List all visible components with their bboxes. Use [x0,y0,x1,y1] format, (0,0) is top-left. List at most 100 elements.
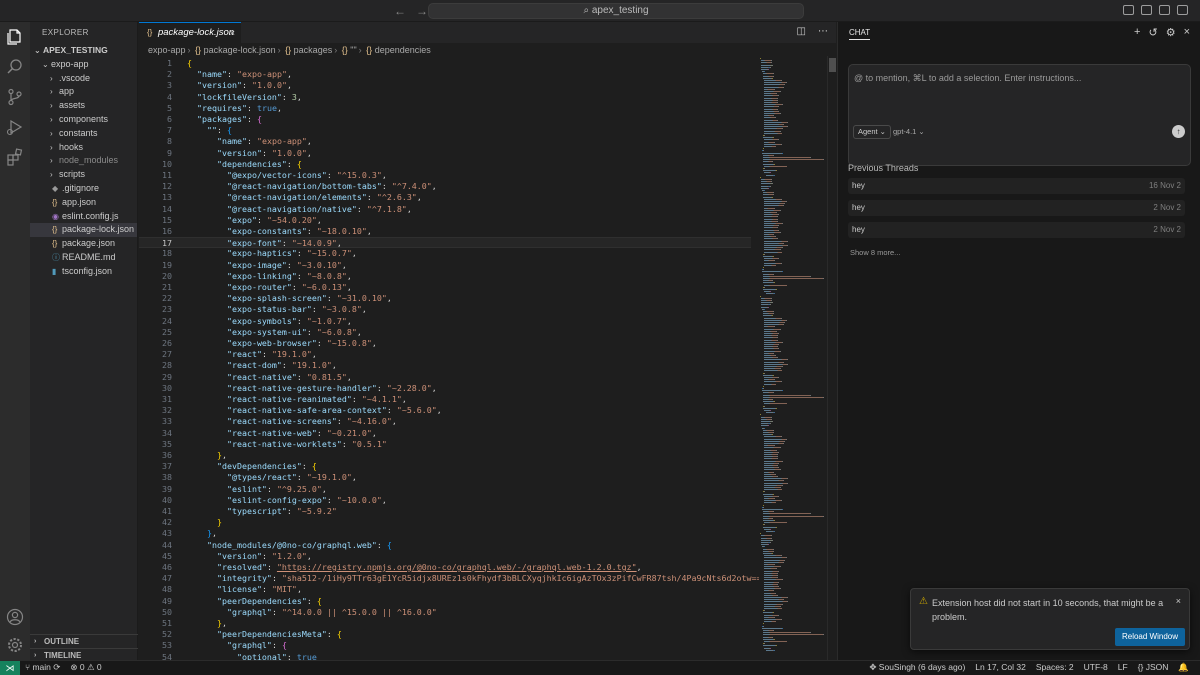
file-item[interactable]: {} package-lock.json [30,223,137,238]
file-item[interactable]: ◆ .gitignore [30,182,137,196]
close-tab-icon[interactable]: × [230,23,235,43]
breadcrumb-item[interactable]: packages [294,45,333,55]
history-icon[interactable]: ↺ [1148,26,1157,39]
code-line[interactable]: 2 "name": "expo-app", [139,69,751,80]
toggle-secondary-sidebar-icon[interactable] [1177,5,1188,15]
breadcrumb-item[interactable]: dependencies [375,45,431,55]
breadcrumb-item[interactable]: "" [350,45,356,55]
code-line[interactable]: 53 "graphql": { [139,640,751,651]
indentation[interactable]: Spaces: 2 [1036,662,1074,673]
folder-item[interactable]: ⌄ APEX_TESTING [30,44,137,58]
code-line[interactable]: 4 "lockfileVersion": 3, [139,92,751,103]
code-line[interactable]: 52 "peerDependenciesMeta": { [139,629,751,640]
agent-mode-select[interactable]: Agent ⌄ [853,125,891,139]
code-line[interactable]: 38 "@types/react": "~19.1.0", [139,472,751,483]
code-line[interactable]: 39 "eslint": "^9.25.0", [139,484,751,495]
search-icon[interactable] [6,58,24,76]
code-line[interactable]: 11 "@expo/vector-icons": "^15.0.3", [139,170,751,181]
code-line[interactable]: 34 "react-native-web": "~0.21.0", [139,428,751,439]
language-mode[interactable]: {} JSON [1138,662,1169,673]
cursor-position[interactable]: Ln 17, Col 32 [975,662,1026,673]
code-line[interactable]: 12 "@react-navigation/bottom-tabs": "^7.… [139,181,751,192]
code-line[interactable]: 40 "eslint-config-expo": "~10.0.0", [139,495,751,506]
code-line[interactable]: 1{ [139,58,751,69]
run-debug-icon[interactable] [6,118,24,136]
chat-input-placeholder[interactable]: @ to mention, ⌘L to add a selection. Ent… [854,73,1081,84]
folder-item[interactable]: › .vscode [30,72,137,86]
end-of-line[interactable]: LF [1118,662,1128,673]
code-line[interactable]: 25 "expo-system-ui": "~6.0.8", [139,327,751,338]
code-line[interactable]: 45 "version": "1.2.0", [139,551,751,562]
extensions-icon[interactable] [6,148,24,166]
code-line[interactable]: 46 "resolved": "https://registry.npmjs.o… [139,562,751,573]
code-line[interactable]: 44 "node_modules/@0no-co/graphql.web": { [139,540,751,551]
send-button[interactable]: ↑ [1172,125,1185,138]
code-line[interactable]: 26 "expo-web-browser": "~15.0.8", [139,338,751,349]
breadcrumb-item[interactable]: package-lock.json [204,45,276,55]
close-icon[interactable]: × [1184,26,1190,39]
close-notification-icon[interactable]: × [1176,596,1181,606]
code-line[interactable]: 35 "react-native-worklets": "0.5.1" [139,439,751,450]
code-line[interactable]: 19 "expo-image": "~3.0.10", [139,260,751,271]
code-line[interactable]: 50 "graphql": "^14.0.0 || ^15.0.0 || ^16… [139,607,751,618]
folder-item[interactable]: › assets [30,99,137,113]
code-line[interactable]: 43 }, [139,528,751,539]
code-line[interactable]: 13 "@react-navigation/elements": "^2.6.3… [139,192,751,203]
file-item[interactable]: ▮ tsconfig.json [30,265,137,279]
back-arrow-icon[interactable]: ← [394,4,406,18]
code-line[interactable]: 22 "expo-splash-screen": "~31.0.10", [139,293,751,304]
code-line[interactable]: 14 "@react-navigation/native": "^7.1.8", [139,204,751,215]
code-line[interactable]: 20 "expo-linking": "~8.0.8", [139,271,751,282]
file-item[interactable]: {} app.json [30,196,137,210]
code-line[interactable]: 29 "react-native": "0.81.5", [139,372,751,383]
account-icon[interactable] [6,608,24,626]
minimap[interactable] [758,56,826,660]
layout-customize-icon[interactable] [1123,5,1134,15]
thread-item[interactable]: hey 16 Nov 2 [848,178,1185,194]
code-line[interactable]: 24 "expo-symbols": "~1.0.7", [139,316,751,327]
code-line[interactable]: 37 "devDependencies": { [139,461,751,472]
editor-scrollbar[interactable] [827,56,836,660]
code-line[interactable]: 23 "expo-status-bar": "~3.0.8", [139,304,751,315]
code-line[interactable]: 36 }, [139,450,751,461]
code-line[interactable]: 5 "requires": true, [139,103,751,114]
code-line[interactable]: 47 "integrity": "sha512-/1iHy9TTr63gE1Yc… [139,573,759,584]
folder-item[interactable]: › scripts [30,168,137,182]
show-more-threads-link[interactable]: Show 8 more... [850,248,900,257]
forward-arrow-icon[interactable]: → [416,4,428,18]
code-line[interactable]: 32 "react-native-safe-area-context": "~5… [139,405,751,416]
toggle-sidebar-icon[interactable] [1141,5,1152,15]
command-center-search[interactable]: ⌕ apex_testing [428,3,804,19]
code-line[interactable]: 49 "peerDependencies": { [139,596,751,607]
encoding[interactable]: UTF-8 [1084,662,1108,673]
folder-item[interactable]: › hooks [30,141,137,155]
problems-count[interactable]: ⊗ 0 ⚠ 0 [70,662,101,673]
folder-item[interactable]: › app [30,85,137,99]
code-line[interactable]: 10 "dependencies": { [139,159,751,170]
split-editor-icon[interactable]: ◫ [797,26,806,37]
code-line[interactable]: 9 "version": "1.0.0", [139,148,751,159]
code-line[interactable]: 48 "license": "MIT", [139,584,751,595]
settings-gear-icon[interactable] [6,636,24,654]
code-line[interactable]: 17 "expo-font": "~14.0.9", [139,237,751,249]
code-line[interactable]: 42 } [139,517,751,528]
code-line[interactable]: 30 "react-native-gesture-handler": "~2.2… [139,383,751,394]
notifications-bell-icon[interactable]: 🔔 [1178,662,1189,673]
code-line[interactable]: 33 "react-native-screens": "~4.16.0", [139,416,751,427]
thread-item[interactable]: hey 2 Nov 2 [848,222,1185,238]
code-line[interactable]: 7 "": { [139,125,751,136]
explorer-icon[interactable] [6,28,24,46]
breadcrumb-item[interactable]: expo-app [148,45,186,55]
folder-item[interactable]: › node_modules [30,154,137,168]
thread-item[interactable]: hey 2 Nov 2 [848,200,1185,216]
outline-section[interactable]: › OUTLINE [30,634,138,648]
toggle-panel-icon[interactable] [1159,5,1170,15]
code-line[interactable]: 31 "react-native-reanimated": "~4.1.1", [139,394,751,405]
chat-tab[interactable]: CHAT [849,28,871,40]
git-blame[interactable]: ✥ SouSingh (6 days ago) [869,662,965,673]
code-line[interactable]: 21 "expo-router": "~6.0.13", [139,282,751,293]
chat-input-box[interactable]: @ to mention, ⌘L to add a selection. Ent… [848,64,1191,166]
code-line[interactable]: 18 "expo-haptics": "~15.0.7", [139,248,751,259]
git-branch[interactable]: ⑂ main ⟳ [25,662,60,673]
reload-window-button[interactable]: Reload Window [1114,628,1185,646]
